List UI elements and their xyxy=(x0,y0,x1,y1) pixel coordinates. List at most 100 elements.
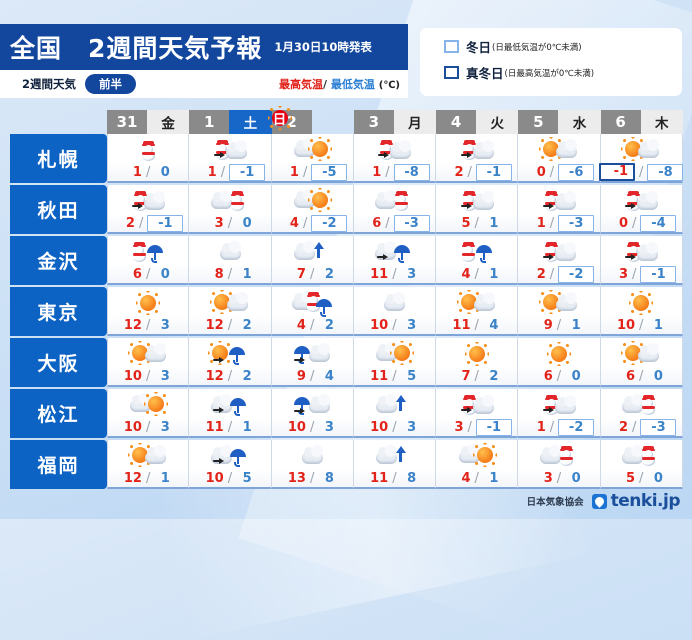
forecast-cell[interactable]: 2/-1 xyxy=(436,134,519,183)
forecast-cell[interactable]: 3/-1 xyxy=(600,236,683,285)
forecast-cell[interactable]: 10/ 3 xyxy=(353,389,437,438)
snowman-icon xyxy=(230,190,245,211)
temp-separator: / xyxy=(309,317,315,333)
cloud-icon xyxy=(638,138,660,158)
forecast-cell[interactable]: 10/ 3 xyxy=(107,338,190,387)
forecast-cell[interactable]: 6/-3 xyxy=(353,185,437,234)
high-temp: 12 xyxy=(123,470,142,486)
forecast-cell[interactable]: 1/-1 xyxy=(189,134,272,183)
forecast-cell[interactable]: 2/-1 xyxy=(107,185,190,234)
transition-arrow-icon xyxy=(542,406,554,414)
page-title: 全国 2週間天気予報 xyxy=(10,34,263,63)
forecast-row: 松江 10/3 11/1 10/3 10/3 3/-1 1/-2 2/-3 xyxy=(0,389,683,438)
forecast-cell[interactable]: 2/-2 xyxy=(518,236,601,285)
temperature-pair: 4/ 1 xyxy=(436,265,517,283)
forecast-cell[interactable]: 12/ 3 xyxy=(107,287,190,336)
forecast-cell[interactable]: 9/ 4 xyxy=(271,338,354,387)
forecast-cell[interactable]: 10/ 3 xyxy=(271,389,354,438)
forecast-cell[interactable]: 3/-1 xyxy=(436,389,519,438)
weather-icon-snow xyxy=(128,137,168,163)
cloud-icon xyxy=(390,139,412,159)
transition-arrow-icon xyxy=(213,151,225,159)
period-pill-first-half[interactable]: 前半 xyxy=(85,74,137,94)
city-label[interactable]: 東京 xyxy=(10,287,107,336)
forecast-cell[interactable]: 10/ 3 xyxy=(107,389,190,438)
forecast-cell[interactable]: 7/ 2 xyxy=(271,236,354,285)
low-temp: -3 xyxy=(393,214,430,232)
city-label[interactable]: 松江 xyxy=(10,389,107,438)
cloud-icon xyxy=(637,190,659,210)
legend-item-midwinter-day: 真冬日 (日最高気温が0℃未満) xyxy=(444,63,682,82)
weather-icon-slot xyxy=(128,442,168,469)
forecast-cell[interactable]: 10/ 3 xyxy=(353,287,437,336)
forecast-cell[interactable]: 1/-8 xyxy=(353,134,437,183)
weather-icon-cloud-snow xyxy=(621,443,661,469)
brand-name[interactable]: tenki.jp xyxy=(611,491,681,511)
forecast-cell[interactable]: 1/-2 xyxy=(518,389,601,438)
forecast-cell[interactable]: 6/ 0 xyxy=(600,338,683,387)
umbrella-icon xyxy=(394,243,411,263)
forecast-cell[interactable]: 6/ 0 xyxy=(518,338,601,387)
temperature-pair: 4/ 2 xyxy=(272,316,353,334)
forecast-cell[interactable]: 1/-5 xyxy=(271,134,354,183)
temperature-pair: 1/-2 xyxy=(518,418,599,436)
low-temp: 0 xyxy=(571,470,581,486)
forecast-cell[interactable]: 4/ 1 xyxy=(436,236,519,285)
forecast-cell[interactable]: -1/-8 xyxy=(599,134,684,183)
forecast-cell[interactable]: 11/ 4 xyxy=(436,287,519,336)
weather-icon-snow-cloud xyxy=(128,188,168,214)
forecast-cell[interactable]: 4/ 1 xyxy=(436,440,519,489)
weather-icon-sun-cloud xyxy=(456,289,497,316)
city-label[interactable]: 金沢 xyxy=(10,236,107,285)
forecast-cell[interactable]: 12/ 2 xyxy=(189,287,272,336)
forecast-cell[interactable]: 9/ 1 xyxy=(518,287,601,336)
forecast-cell[interactable]: 2/-3 xyxy=(600,389,683,438)
weather-icon-snow-rain xyxy=(128,239,168,265)
weather-icon-sun-cloud xyxy=(128,442,168,469)
forecast-cell[interactable]: 10/ 5 xyxy=(189,440,272,489)
forecast-cell[interactable]: 0/-6 xyxy=(518,134,601,183)
low-temp: -1 xyxy=(147,214,184,232)
forecast-cell[interactable]: 11/ 5 xyxy=(353,338,437,387)
forecast-cell[interactable]: 6/ 0 xyxy=(107,236,190,285)
forecast-cell[interactable]: 11/ 3 xyxy=(353,236,437,285)
forecast-cell[interactable]: 0/-4 xyxy=(600,185,683,234)
low-temp: 3 xyxy=(160,368,170,384)
weather-icon-cloud-snow xyxy=(621,392,661,418)
forecast-row: 大阪 10/3 12/2 9/4 11/5 7/2 6/0 6/0 xyxy=(0,338,683,387)
date-header-cell: 4火 xyxy=(436,110,519,134)
date-number: 1 xyxy=(189,110,230,134)
forecast-cell[interactable]: 5/ 1 xyxy=(436,185,519,234)
low-temp: 4 xyxy=(324,368,334,384)
forecast-cell[interactable]: 7/ 2 xyxy=(436,338,519,387)
forecast-cell[interactable]: 11/ 1 xyxy=(189,389,272,438)
forecast-cell[interactable]: 3/ 0 xyxy=(518,440,601,489)
forecast-cell[interactable]: 12/ 1 xyxy=(107,440,190,489)
forecast-cell[interactable]: 10/ 1 xyxy=(600,287,683,336)
forecast-cell[interactable]: 5/ 0 xyxy=(600,440,683,489)
weather-icon-slot xyxy=(374,289,414,316)
high-temp: 1 xyxy=(536,215,546,231)
sun-icon xyxy=(546,341,571,366)
weather-icon-cloud-sun xyxy=(128,391,169,418)
forecast-cell[interactable]: 8/ 1 xyxy=(189,236,272,285)
cloud-icon xyxy=(145,444,167,464)
forecast-cell[interactable]: 1/ 0 xyxy=(107,134,190,183)
high-temp: 11 xyxy=(370,266,389,282)
cloud-icon xyxy=(145,342,167,362)
forecast-cell[interactable]: 12/ 2 xyxy=(189,338,272,387)
city-label[interactable]: 札幌 xyxy=(10,134,107,183)
city-label[interactable]: 大阪 xyxy=(10,338,107,387)
forecast-cell[interactable]: 13/ 8 xyxy=(271,440,354,489)
forecast-cell[interactable]: 4/ 2 xyxy=(271,287,354,336)
high-temp: 10 xyxy=(370,317,389,333)
transition-arrow-icon xyxy=(542,253,554,261)
temperature-pair: 8/ 1 xyxy=(189,265,270,283)
city-label[interactable]: 秋田 xyxy=(10,185,107,234)
forecast-cell[interactable]: 11/ 8 xyxy=(353,440,437,489)
forecast-cell[interactable]: 3/ 0 xyxy=(189,185,272,234)
forecast-cell[interactable]: 4/-2 xyxy=(271,185,354,234)
temp-separator: / xyxy=(385,164,390,180)
city-label[interactable]: 福岡 xyxy=(10,440,107,489)
forecast-cell[interactable]: 1/-3 xyxy=(518,185,601,234)
